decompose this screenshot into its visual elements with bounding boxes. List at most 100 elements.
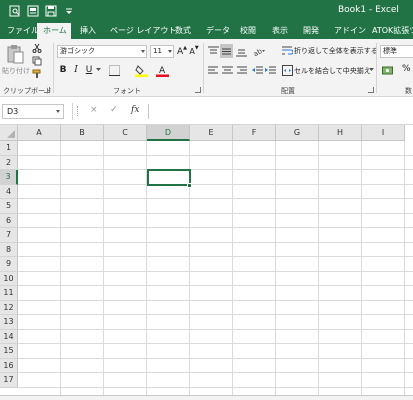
formula-input[interactable] xyxy=(148,104,413,119)
wrap-text-button[interactable]: 折り返して全体を表示する xyxy=(294,46,378,56)
selected-cell[interactable] xyxy=(147,169,191,186)
row-header-16[interactable]: 16 xyxy=(0,358,18,373)
gridline xyxy=(18,314,413,315)
font-color-icon[interactable]: A xyxy=(155,63,169,77)
cut-icon[interactable] xyxy=(31,42,42,53)
tab-atok[interactable]: ATOK拡張ツー xyxy=(372,22,413,39)
clipboard-launcher-icon[interactable] xyxy=(44,87,50,93)
font-name-select[interactable]: 游ゴシック xyxy=(57,45,147,58)
grow-font-button[interactable]: A ▲ xyxy=(177,45,187,58)
align-left-icon[interactable] xyxy=(207,64,219,76)
percent-button[interactable]: % xyxy=(402,64,411,74)
tab-page-layout[interactable]: ページ レイアウト xyxy=(110,22,176,39)
font-launcher-icon[interactable] xyxy=(195,87,201,93)
copy-icon[interactable] xyxy=(31,55,42,66)
row-header-7[interactable]: 7 xyxy=(0,228,18,243)
row-header-9[interactable]: 9 xyxy=(0,257,18,272)
select-all-button[interactable] xyxy=(0,125,18,141)
save-icon[interactable] xyxy=(44,4,58,18)
font-size-select[interactable]: 11 xyxy=(150,45,174,58)
orientation-icon[interactable]: ab xyxy=(252,45,266,57)
column-header-i[interactable]: I xyxy=(362,125,405,141)
column-header-h[interactable]: H xyxy=(319,125,362,141)
align-bottom-icon[interactable] xyxy=(235,45,247,57)
column-header-e[interactable]: E xyxy=(190,125,233,141)
row-header-13[interactable]: 13 xyxy=(0,315,18,330)
row-header-11[interactable]: 11 xyxy=(0,286,18,301)
format-painter-icon[interactable] xyxy=(31,68,42,79)
sheet-tab-bar xyxy=(0,395,413,400)
print-icon[interactable] xyxy=(26,4,40,18)
column-header-f[interactable]: F xyxy=(233,125,276,141)
tab-view[interactable]: 表示 xyxy=(272,22,288,39)
column-header-b[interactable]: B xyxy=(61,125,104,141)
align-middle-icon[interactable] xyxy=(220,44,233,58)
group-divider xyxy=(203,43,204,93)
enter-icon[interactable]: ✓ xyxy=(110,105,118,115)
preview-icon[interactable] xyxy=(8,4,22,18)
tab-file[interactable]: ファイル xyxy=(7,22,39,39)
align-top-icon[interactable] xyxy=(207,45,219,57)
row-header-6[interactable]: 6 xyxy=(0,213,18,228)
alignment-launcher-icon[interactable] xyxy=(368,87,374,93)
borders-icon[interactable] xyxy=(107,64,121,76)
row-header-17[interactable]: 17 xyxy=(0,373,18,388)
column-header-a[interactable]: A xyxy=(18,125,61,141)
increase-indent-icon[interactable] xyxy=(264,64,276,76)
gridline xyxy=(18,386,413,388)
number-format-value: 標準 xyxy=(383,47,397,55)
gridline xyxy=(18,169,413,170)
italic-button[interactable]: I xyxy=(71,64,81,76)
tab-developer[interactable]: 開発 xyxy=(303,22,319,39)
column-header-d[interactable]: D xyxy=(147,125,190,141)
row-header-8[interactable]: 8 xyxy=(0,242,18,257)
column-header-c[interactable]: C xyxy=(104,125,147,141)
fill-color-icon[interactable] xyxy=(134,63,148,77)
divider xyxy=(72,103,73,120)
tab-review[interactable]: 校閲 xyxy=(240,22,256,39)
chevron-down-icon xyxy=(56,110,60,113)
underline-button[interactable]: U xyxy=(84,64,94,76)
underline-dropdown-icon[interactable] xyxy=(95,67,101,73)
decrease-indent-icon[interactable] xyxy=(251,64,263,76)
row-header-3[interactable]: 3 xyxy=(0,170,18,185)
paste-icon[interactable] xyxy=(5,43,25,65)
tab-formulas[interactable]: 数式 xyxy=(175,22,191,39)
row-header-15[interactable]: 15 xyxy=(0,344,18,359)
cancel-icon[interactable]: × xyxy=(90,105,98,115)
number-group-label: 数 xyxy=(405,87,412,95)
tab-insert[interactable]: 挿入 xyxy=(80,22,96,39)
insert-function-icon[interactable]: fx xyxy=(131,105,139,115)
number-format-select[interactable]: 標準 xyxy=(380,45,413,58)
name-box[interactable]: D3 xyxy=(2,104,64,119)
currency-icon[interactable] xyxy=(381,64,393,76)
row-header-2[interactable]: 2 xyxy=(0,155,18,170)
tab-data[interactable]: データ xyxy=(206,22,230,39)
row-header-10[interactable]: 10 xyxy=(0,271,18,286)
merge-dropdown-icon[interactable] xyxy=(368,67,374,73)
bold-button[interactable]: B xyxy=(58,64,68,76)
wrap-text-icon[interactable] xyxy=(281,44,293,56)
tab-home[interactable]: ホーム xyxy=(37,23,71,39)
gridline xyxy=(18,154,413,156)
ribbon: 貼り付け クリップボード 游ゴシック 11 A ▲ A ▼ B I U A フォント xyxy=(0,39,413,97)
align-center-icon[interactable] xyxy=(221,64,233,76)
paste-label[interactable]: 貼り付け xyxy=(2,66,30,76)
svg-text:ab: ab xyxy=(253,46,264,56)
font-size-value: 11 xyxy=(153,47,162,55)
row-header-12[interactable]: 12 xyxy=(0,300,18,315)
shrink-font-button[interactable]: A ▼ xyxy=(189,45,199,58)
row-header-5[interactable]: 5 xyxy=(0,199,18,214)
row-header-1[interactable]: 1 xyxy=(0,141,18,156)
customize-qat-icon[interactable] xyxy=(62,4,76,18)
merge-center-icon[interactable] xyxy=(281,64,293,76)
row-header-4[interactable]: 4 xyxy=(0,184,18,199)
tab-addins[interactable]: アドイン xyxy=(334,22,366,39)
spreadsheet-grid[interactable]: A B C D E F G H I 1 2 3 4 5 6 7 8 9 10 11 12 13 14 15 16 17 xyxy=(0,125,413,395)
splitter-handle[interactable] xyxy=(77,106,79,116)
column-header-g[interactable]: G xyxy=(276,125,319,141)
merge-center-button[interactable]: セルを結合して中央揃え xyxy=(294,66,371,76)
fill-handle[interactable] xyxy=(187,182,192,188)
align-right-icon[interactable] xyxy=(235,64,247,76)
row-header-14[interactable]: 14 xyxy=(0,329,18,344)
